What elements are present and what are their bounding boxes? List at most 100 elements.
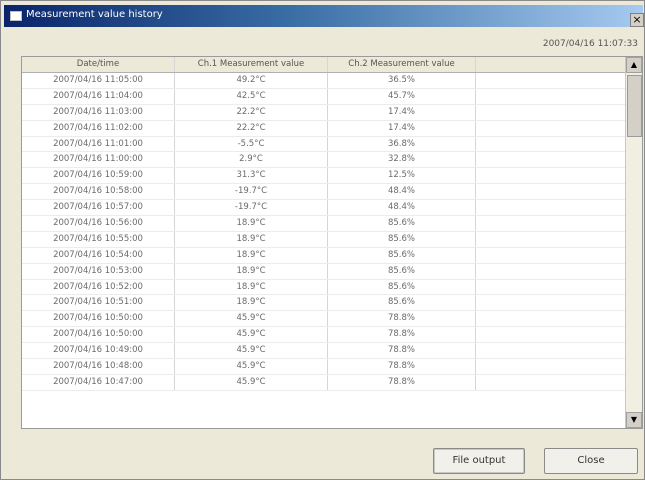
table-row[interactable]: 2007/04/16 10:52:00 18.9°C 85.6% (22, 279, 642, 296)
cell-empty (476, 295, 624, 310)
cell-ch2-value: 36.8% (328, 136, 476, 152)
cell-ch2-value: 78.8% (328, 359, 476, 374)
cell-ch2-value: 85.6% (328, 231, 476, 247)
cell-datetime: 2007/04/16 10:57:00 (22, 200, 175, 216)
cell-datetime: 2007/04/16 10:50:00 (22, 327, 175, 343)
column-header-ch1[interactable]: Ch.1 Measurement value (175, 57, 328, 72)
cell-ch2-value: 12.5% (328, 168, 476, 184)
cell-ch1-value: -5.5°C (175, 136, 328, 152)
table-row[interactable]: 2007/04/16 10:57:00 -19.7°C 48.4% (22, 200, 642, 217)
cell-ch2-value: 17.4% (328, 120, 476, 136)
cell-empty (476, 264, 624, 279)
table-row[interactable]: 2007/04/16 10:56:00 18.9°C 85.6% (22, 216, 642, 232)
cell-ch2-value: 85.6% (328, 263, 476, 279)
cell-datetime: 2007/04/16 10:51:00 (22, 295, 175, 311)
close-button[interactable]: Close (544, 448, 638, 474)
cell-ch1-value: 31.3°C (175, 168, 328, 184)
cell-ch1-value: 18.9°C (175, 231, 328, 247)
cell-datetime: 2007/04/16 10:53:00 (22, 263, 175, 279)
cell-ch1-value: -19.7°C (175, 184, 328, 200)
cell-ch1-value: 22.2°C (175, 104, 328, 120)
cell-empty (476, 184, 624, 199)
cell-datetime: 2007/04/16 11:02:00 (22, 120, 175, 136)
table-row[interactable]: 2007/04/16 10:54:00 18.9°C 85.6% (22, 247, 642, 264)
table-row[interactable]: 2007/04/16 10:50:00 45.9°C 78.8% (22, 327, 642, 344)
cell-ch1-value: 45.9°C (175, 327, 328, 343)
cell-ch1-value: 45.9°C (175, 374, 328, 390)
table-row[interactable]: 2007/04/16 10:55:00 18.9°C 85.6% (22, 231, 642, 248)
table-row[interactable]: 2007/04/16 10:50:00 45.9°C 78.8% (22, 311, 642, 328)
window-icon (10, 11, 22, 21)
cell-ch1-value: 18.9°C (175, 263, 328, 279)
cell-datetime: 2007/04/16 11:04:00 (22, 88, 175, 104)
cell-ch2-value: 85.6% (328, 295, 476, 311)
column-header-datetime[interactable]: Date/time (22, 57, 175, 72)
scroll-up-arrow-icon[interactable]: ▲ (626, 57, 642, 73)
cell-ch1-value: 45.9°C (175, 311, 328, 327)
cell-empty (476, 168, 624, 183)
column-header-ch2[interactable]: Ch.2 Measurement value (328, 57, 476, 72)
table-row[interactable]: 2007/04/16 11:00:00 2.9°C 32.8% (22, 152, 642, 169)
cell-empty (476, 327, 624, 342)
scroll-down-arrow-icon[interactable]: ▼ (626, 412, 642, 428)
cell-ch2-value: 45.7% (328, 88, 476, 104)
table-header: Date/time Ch.1 Measurement value Ch.2 Meas… (22, 57, 642, 73)
table-row[interactable]: 2007/04/16 11:04:00 42.5°C 45.7% (22, 88, 642, 105)
table-row[interactable]: 2007/04/16 10:47:00 45.9°C 78.8% (22, 374, 642, 391)
close-window-button[interactable]: × (630, 13, 644, 27)
cell-ch1-value: 18.9°C (175, 279, 328, 295)
cell-datetime: 2007/04/16 10:49:00 (22, 343, 175, 359)
cell-datetime: 2007/04/16 10:50:00 (22, 311, 175, 327)
cell-ch2-value: 36.5% (328, 73, 476, 88)
cell-ch2-value: 85.6% (328, 216, 476, 231)
table-row[interactable]: 2007/04/16 10:49:00 45.9°C 78.8% (22, 343, 642, 360)
table-row[interactable]: 2007/04/16 10:59:00 31.3°C 12.5% (22, 168, 642, 185)
cell-datetime: 2007/04/16 11:01:00 (22, 136, 175, 152)
scrollbar-thumb[interactable] (627, 75, 642, 137)
cell-datetime: 2007/04/16 11:05:00 (22, 73, 175, 88)
cell-ch2-value: 78.8% (328, 343, 476, 359)
cell-ch1-value: 18.9°C (175, 247, 328, 263)
cell-ch2-value: 85.6% (328, 279, 476, 295)
measurement-table[interactable]: Date/time Ch.1 Measurement value Ch.2 Meas… (21, 56, 643, 429)
cell-empty (476, 89, 624, 104)
column-header-empty (476, 57, 624, 72)
cell-empty (476, 73, 624, 88)
table-row[interactable]: 2007/04/16 11:03:00 22.2°C 17.4% (22, 104, 642, 121)
window-title: Measurement value history (26, 9, 163, 20)
cell-ch1-value: 18.9°C (175, 216, 328, 231)
table-row[interactable]: 2007/04/16 11:05:00 49.2°C 36.5% (22, 73, 642, 89)
table-row[interactable]: 2007/04/16 10:58:00 -19.7°C 48.4% (22, 184, 642, 201)
cell-empty (476, 248, 624, 263)
table-row[interactable]: 2007/04/16 11:02:00 22.2°C 17.4% (22, 120, 642, 137)
file-output-button[interactable]: File output (433, 448, 525, 474)
cell-ch2-value: 48.4% (328, 184, 476, 200)
cell-ch2-value: 32.8% (328, 152, 476, 168)
vertical-scrollbar[interactable]: ▲ ▼ (625, 57, 642, 428)
cell-datetime: 2007/04/16 11:03:00 (22, 104, 175, 120)
cell-ch2-value: 78.8% (328, 327, 476, 343)
cell-ch2-value: 48.4% (328, 200, 476, 216)
cell-empty (476, 375, 624, 390)
table-row[interactable]: 2007/04/16 10:48:00 45.9°C 78.8% (22, 359, 642, 375)
cell-datetime: 2007/04/16 10:55:00 (22, 231, 175, 247)
cell-ch2-value: 17.4% (328, 104, 476, 120)
cell-ch1-value: 18.9°C (175, 295, 328, 311)
table-row[interactable]: 2007/04/16 11:01:00 -5.5°C 36.8% (22, 136, 642, 153)
cell-ch2-value: 85.6% (328, 247, 476, 263)
cell-datetime: 2007/04/16 10:54:00 (22, 247, 175, 263)
cell-empty (476, 137, 624, 152)
cell-empty (476, 359, 624, 374)
table-body: 2007/04/16 11:05:00 49.2°C 36.5% 2007/04/16… (22, 73, 642, 391)
cell-empty (476, 343, 624, 358)
cell-datetime: 2007/04/16 10:58:00 (22, 184, 175, 200)
cell-datetime: 2007/04/16 10:52:00 (22, 279, 175, 295)
cell-empty (476, 121, 624, 136)
cell-ch2-value: 78.8% (328, 311, 476, 327)
cell-ch1-value: 45.9°C (175, 343, 328, 359)
cell-datetime: 2007/04/16 10:47:00 (22, 374, 175, 390)
table-row[interactable]: 2007/04/16 10:51:00 18.9°C 85.6% (22, 295, 642, 312)
cell-ch1-value: 49.2°C (175, 73, 328, 88)
table-row[interactable]: 2007/04/16 10:53:00 18.9°C 85.6% (22, 263, 642, 280)
cell-datetime: 2007/04/16 10:48:00 (22, 359, 175, 374)
